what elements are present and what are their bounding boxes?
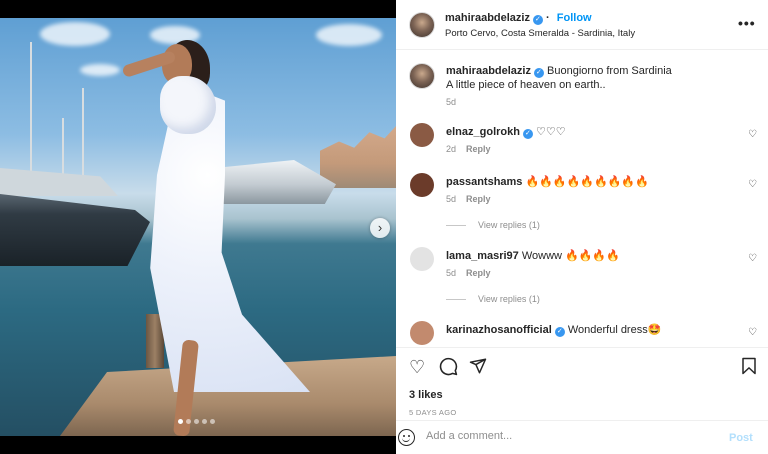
view-replies-label: View replies (1) xyxy=(478,220,540,230)
post-comment-button[interactable]: Post xyxy=(729,432,753,444)
carousel-dot xyxy=(210,419,215,424)
comment-username[interactable]: elnaz_golrokh xyxy=(446,126,520,138)
comment-age: 5d xyxy=(446,194,457,204)
cloud xyxy=(80,64,120,76)
view-replies-label: View replies (1) xyxy=(478,294,540,304)
like-heart-icon[interactable]: ♡ xyxy=(409,357,425,377)
comment-item: karinazhosanofficial ✓ Wonderful dress🤩 ♡ xyxy=(396,321,768,347)
more-options-button[interactable]: ••• xyxy=(738,15,756,31)
comment-body: Wonderful dress🤩 xyxy=(567,324,662,336)
commenter-avatar[interactable] xyxy=(410,247,434,271)
reply-button[interactable]: Reply xyxy=(466,144,491,154)
emoji-smile-icon[interactable] xyxy=(398,429,415,446)
comment-bubble-icon[interactable] xyxy=(439,357,458,380)
author-line: mahiraabdelaziz ✓ · Follow xyxy=(445,12,592,25)
post-actions-bar: ♡ xyxy=(396,347,768,385)
view-replies-button[interactable]: View replies (1) xyxy=(446,294,540,304)
comment-item: lama_masri97 Wowww 🔥🔥🔥🔥 5d Reply ♡ View r… xyxy=(396,247,768,307)
like-comment-heart-icon[interactable]: ♡ xyxy=(748,253,757,264)
dress-ruffle xyxy=(160,76,216,134)
caption-line2: A little piece of heaven on earth.. xyxy=(446,79,606,91)
comment-meta: 5d Reply xyxy=(446,268,491,278)
comment-body: 🔥🔥🔥🔥🔥🔥🔥🔥🔥 xyxy=(525,176,649,188)
mast xyxy=(82,88,84,178)
next-image-button[interactable]: › xyxy=(370,218,390,238)
caption: mahiraabdelaziz ✓ Buongiorno from Sardini… xyxy=(396,63,768,113)
comment-age: 5d xyxy=(446,268,457,278)
author-avatar[interactable] xyxy=(409,63,435,89)
post-header: mahiraabdelaziz ✓ · Follow Porto Cervo, C… xyxy=(396,0,768,50)
commenter-avatar[interactable] xyxy=(410,173,434,197)
carousel-dot xyxy=(202,419,207,424)
white-dress xyxy=(150,82,310,392)
carousel-indicator xyxy=(178,419,215,424)
follow-button[interactable]: Follow xyxy=(557,12,592,24)
commenter-avatar[interactable] xyxy=(410,321,434,345)
mast xyxy=(62,118,64,178)
verified-badge-icon: ✓ xyxy=(533,68,544,78)
commenter-avatar[interactable] xyxy=(410,123,434,147)
replies-divider xyxy=(446,299,466,301)
bookmark-icon[interactable] xyxy=(741,357,757,379)
like-comment-heart-icon[interactable]: ♡ xyxy=(748,129,757,140)
comment-text: passantshams 🔥🔥🔥🔥🔥🔥🔥🔥🔥 xyxy=(446,175,736,189)
comment-input[interactable] xyxy=(426,430,706,442)
cloud xyxy=(40,22,110,46)
view-replies-button[interactable]: View replies (1) xyxy=(446,220,540,230)
comment-body: ♡♡♡ xyxy=(536,126,566,138)
comment-username[interactable]: karinazhosanofficial xyxy=(446,324,552,336)
carousel-dot xyxy=(186,419,191,424)
comment-meta: 5d Reply xyxy=(446,194,491,204)
comment-text: elnaz_golrokh ✓ ♡♡♡ xyxy=(446,125,736,139)
comment-composer: Post xyxy=(396,420,768,454)
comment-age: 2d xyxy=(446,144,457,154)
comment-item: elnaz_golrokh ✓ ♡♡♡ 2d Reply ♡ xyxy=(396,123,768,163)
like-comment-heart-icon[interactable]: ♡ xyxy=(748,179,757,190)
verified-badge-icon: ✓ xyxy=(554,327,565,337)
comment-item: passantshams 🔥🔥🔥🔥🔥🔥🔥🔥🔥 5d Reply ♡ View re… xyxy=(396,173,768,233)
post-photo[interactable] xyxy=(0,18,396,436)
comment-text: karinazhosanofficial ✓ Wonderful dress🤩 xyxy=(446,323,736,337)
dot-separator: · xyxy=(542,12,553,24)
verified-badge-icon: ✓ xyxy=(522,129,533,139)
comment-text: lama_masri97 Wowww 🔥🔥🔥🔥 xyxy=(446,249,736,263)
comment-username[interactable]: passantshams xyxy=(446,176,522,188)
reply-button[interactable]: Reply xyxy=(466,194,491,204)
replies-divider xyxy=(446,225,466,227)
author-avatar[interactable] xyxy=(409,12,435,38)
boat-deck xyxy=(0,168,118,196)
comment-username[interactable]: lama_masri97 xyxy=(446,250,519,262)
share-send-icon[interactable] xyxy=(469,357,487,379)
caption-author[interactable]: mahiraabdelaziz xyxy=(446,65,531,77)
caption-age: 5d xyxy=(446,97,457,107)
like-comment-heart-icon[interactable]: ♡ xyxy=(748,327,757,338)
verified-badge-icon: ✓ xyxy=(532,15,543,25)
comment-meta: 2d Reply xyxy=(446,144,491,154)
caption-line1: Buongiorno from Sardinia xyxy=(547,65,672,77)
comments-list[interactable]: mahiraabdelaziz ✓ Buongiorno from Sardini… xyxy=(396,51,768,347)
carousel-dot-active xyxy=(178,419,183,424)
post-date: 5 DAYS AGO xyxy=(409,408,457,417)
post-details-panel: mahiraabdelaziz ✓ · Follow Porto Cervo, C… xyxy=(396,0,768,454)
post-media: › xyxy=(0,0,396,454)
comment-body: Wowww 🔥🔥🔥🔥 xyxy=(521,250,620,262)
author-username[interactable]: mahiraabdelaziz xyxy=(445,12,530,24)
cloud xyxy=(316,24,382,46)
caption-text: mahiraabdelaziz ✓ Buongiorno from Sardini… xyxy=(446,64,736,92)
mast xyxy=(30,42,32,172)
more-horizontal-icon: ••• xyxy=(738,15,756,31)
reply-button[interactable]: Reply xyxy=(466,268,491,278)
boat-hull xyxy=(0,194,150,266)
chevron-right-icon: › xyxy=(377,220,383,235)
carousel-dot xyxy=(194,419,199,424)
location-link[interactable]: Porto Cervo, Costa Smeralda - Sardinia, … xyxy=(445,28,635,39)
likes-count[interactable]: 3 likes xyxy=(409,389,443,401)
coastal-town xyxy=(320,126,396,188)
